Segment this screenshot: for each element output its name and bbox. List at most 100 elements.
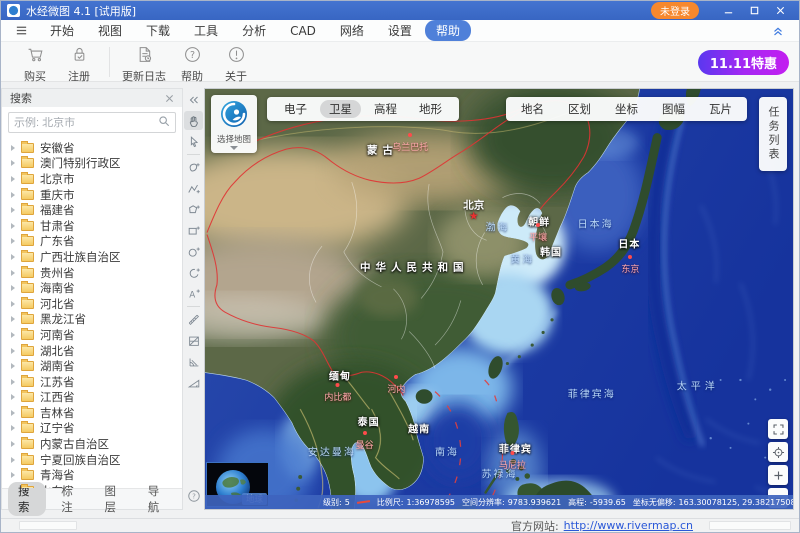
draw-arc-tool[interactable] [184,263,203,282]
expand-arrow-icon[interactable] [11,379,15,385]
expand-arrow-icon[interactable] [11,363,15,369]
tree-item[interactable]: 澳门特别行政区 [2,156,182,172]
panel-close-icon[interactable] [165,94,174,103]
tree-item[interactable]: 甘肃省 [2,218,182,234]
tree-item[interactable]: 吉林省 [2,405,182,421]
expand-arrow-icon[interactable] [11,285,15,291]
locate-button[interactable] [768,442,788,462]
tree-item[interactable]: 北京市 [2,171,182,187]
map-help-icon[interactable]: ? [184,486,203,505]
expand-arrow-icon[interactable] [11,316,15,322]
login-status-badge[interactable]: 未登录 [651,2,699,19]
layer-satellite[interactable]: 卫星 [320,100,361,118]
menu-item-view[interactable]: 视图 [87,20,133,41]
buy-button[interactable]: 购买 [13,44,57,84]
tab-navigation[interactable]: 导航 [138,482,176,516]
tab-annotation[interactable]: 标注 [51,482,89,516]
toggle-placenames[interactable]: 地名 [512,100,553,118]
measure-area-tool[interactable] [184,331,203,350]
expand-arrow-icon[interactable] [11,207,15,213]
tree-item[interactable]: 青海省 [2,467,182,483]
menu-item-settings[interactable]: 设置 [377,20,423,41]
minimize-button[interactable] [715,2,741,19]
collapse-ribbon-icon[interactable] [767,24,789,38]
map-source-selector[interactable]: 选择地图 [211,95,257,153]
draw-polygon-tool[interactable] [184,200,203,219]
layer-electronic[interactable]: 电子 [275,100,316,118]
expand-arrow-icon[interactable] [11,254,15,260]
expand-arrow-icon[interactable] [11,223,15,229]
tab-layers[interactable]: 图层 [95,482,133,516]
register-button[interactable]: 注册 [57,44,101,84]
help-button[interactable]: ? 帮助 [170,44,214,84]
menu-item-start[interactable]: 开始 [39,20,85,41]
draw-rectangle-tool[interactable] [184,221,203,240]
expand-arrow-icon[interactable] [11,160,15,166]
close-button[interactable] [767,2,793,19]
tree-item[interactable]: 黑龙江省 [2,312,182,328]
menu-item-cad[interactable]: CAD [279,22,327,40]
toggle-mapsheet[interactable]: 图幅 [653,100,694,118]
collapse-panel-icon[interactable] [184,90,203,109]
maximize-button[interactable] [741,2,767,19]
promo-badge[interactable]: 11.11特惠 [698,50,789,75]
menu-item-analysis[interactable]: 分析 [231,20,277,41]
expand-arrow-icon[interactable] [11,301,15,307]
hamburger-menu-icon[interactable] [11,24,31,37]
website-link[interactable]: http://www.rivermap.cn [564,519,693,532]
search-input[interactable] [14,117,158,129]
tree-item[interactable]: 内蒙古自治区 [2,436,182,452]
tree-item[interactable]: 贵州省 [2,265,182,281]
expand-arrow-icon[interactable] [11,332,15,338]
changelog-button[interactable]: 更新日志 [118,44,170,84]
expand-arrow-icon[interactable] [11,425,15,431]
tree-item[interactable]: 广东省 [2,234,182,250]
expand-arrow-icon[interactable] [11,145,15,151]
expand-arrow-icon[interactable] [11,441,15,447]
tree-item[interactable]: 河南省 [2,327,182,343]
menu-item-help[interactable]: 帮助 [425,20,471,41]
menu-item-network[interactable]: 网络 [329,20,375,41]
tree-item[interactable]: 辽宁省 [2,421,182,437]
toggle-tiles[interactable]: 瓦片 [700,100,741,118]
expand-arrow-icon[interactable] [11,348,15,354]
fullscreen-button[interactable] [768,419,788,439]
add-text-tool[interactable]: A [184,284,203,303]
zoom-in-button[interactable] [768,465,788,485]
layer-terrain[interactable]: 地形 [410,100,451,118]
toggle-districts[interactable]: 区划 [559,100,600,118]
tree-item[interactable]: 福建省 [2,202,182,218]
expand-arrow-icon[interactable] [11,192,15,198]
expand-arrow-icon[interactable] [11,270,15,276]
measure-slope-tool[interactable] [184,373,203,392]
tree-item[interactable]: 安徽省 [2,140,182,156]
expand-arrow-icon[interactable] [11,472,15,478]
tree-item[interactable]: 河北省 [2,296,182,312]
draw-polyline-tool[interactable] [184,179,203,198]
measure-distance-tool[interactable] [184,310,203,329]
measure-angle-tool[interactable] [184,352,203,371]
draw-freehand-polygon-tool[interactable] [184,158,203,177]
tree-item[interactable]: 海南省 [2,280,182,296]
task-list-button[interactable]: 任务列表 [759,97,787,171]
expand-arrow-icon[interactable] [11,410,15,416]
select-tool[interactable] [184,132,203,151]
menu-item-download[interactable]: 下载 [135,20,181,41]
tree-item[interactable]: 湖南省 [2,358,182,374]
tree-item[interactable]: 江苏省 [2,374,182,390]
draw-circle-tool[interactable] [184,242,203,261]
menu-item-tools[interactable]: 工具 [183,20,229,41]
search-icon[interactable] [158,115,170,130]
expand-arrow-icon[interactable] [11,238,15,244]
map-canvas[interactable]: 蒙古乌兰巴托北京★中华人民共和国朝鲜平壤韩国渤海黄海日本海日本东京太平洋菲律宾海… [204,88,794,510]
tree-item[interactable]: 江西省 [2,390,182,406]
expand-arrow-icon[interactable] [11,394,15,400]
toggle-coordinates[interactable]: 坐标 [606,100,647,118]
tree-item[interactable]: 重庆市 [2,187,182,203]
tree-item[interactable]: 广西壮族自治区 [2,249,182,265]
expand-arrow-icon[interactable] [11,457,15,463]
pan-tool[interactable] [184,111,203,130]
tree-item[interactable]: 宁夏回族自治区 [2,452,182,468]
expand-arrow-icon[interactable] [11,176,15,182]
tree-item[interactable]: 湖北省 [2,343,182,359]
